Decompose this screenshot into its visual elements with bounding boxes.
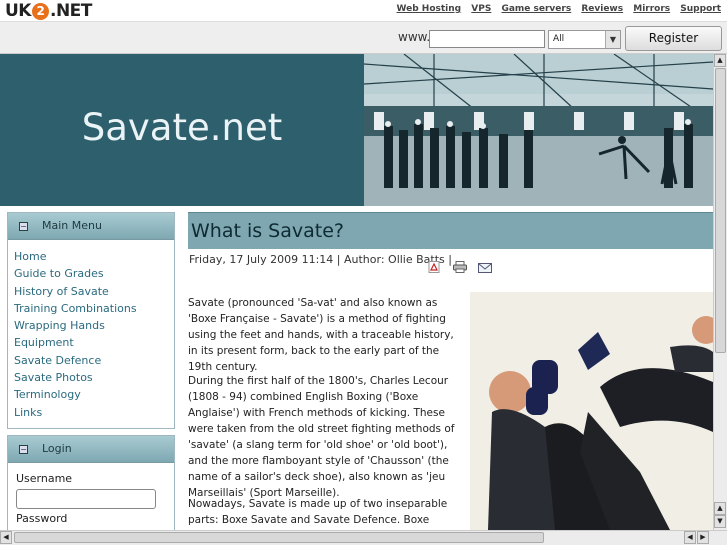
vertical-scroll-thumb[interactable] xyxy=(715,68,726,353)
scroll-up-icon[interactable]: ▲ xyxy=(714,502,726,515)
horizontal-scroll-thumb[interactable] xyxy=(14,532,544,543)
article-meta: Friday, 17 July 2009 11:14 | Author: Oll… xyxy=(189,253,452,266)
link-reviews[interactable]: Reviews xyxy=(581,4,623,14)
menu-item-equipment[interactable]: Equipment xyxy=(14,334,168,351)
article-actions xyxy=(428,253,498,273)
scroll-right-icon[interactable]: ▶ xyxy=(697,531,709,544)
www-prefix: www. xyxy=(398,30,431,44)
menu-item-savate-photos[interactable]: Savate Photos xyxy=(14,369,168,386)
collapse-icon[interactable]: − xyxy=(19,445,28,454)
uk2-links: Web Hosting VPS Game servers Reviews Mir… xyxy=(390,4,721,14)
scroll-left-icon[interactable]: ◀ xyxy=(684,531,696,544)
domain-input[interactable] xyxy=(429,30,545,48)
link-vps[interactable]: VPS xyxy=(471,4,491,14)
article-paragraph: Savate (pronounced 'Sa-vat' and also kno… xyxy=(188,297,454,373)
scroll-left-icon[interactable]: ◀ xyxy=(0,531,12,544)
scroll-down-icon[interactable]: ▼ xyxy=(714,515,726,528)
horizontal-scrollbar[interactable]: ◀ ◀ ▶ xyxy=(0,530,727,545)
link-web-hosting[interactable]: Web Hosting xyxy=(397,4,462,14)
link-game-servers[interactable]: Game servers xyxy=(501,4,571,14)
domain-search-bar: www. All ▼ Register Domain xyxy=(0,22,727,68)
menu-item-savate-defence[interactable]: Savate Defence xyxy=(14,352,168,369)
menu-item-training-combinations[interactable]: Training Combinations xyxy=(14,300,168,317)
site-title: Savate.net xyxy=(81,106,283,149)
link-mirrors[interactable]: Mirrors xyxy=(633,4,670,14)
chevron-down-icon[interactable]: ▼ xyxy=(605,31,620,48)
link-support[interactable]: Support xyxy=(680,4,721,14)
site-banner: Savate.net xyxy=(0,54,713,206)
username-input[interactable] xyxy=(16,489,156,509)
menu-item-terminology[interactable]: Terminology xyxy=(14,386,168,403)
article-title-bar: What is Savate? xyxy=(188,212,713,249)
uk2-logo[interactable]: UK 2 .NET xyxy=(5,1,92,21)
print-icon[interactable] xyxy=(453,258,468,273)
login-module: − Login Username Password xyxy=(7,435,175,530)
menu-item-links[interactable]: Links xyxy=(14,404,168,421)
vertical-scrollbar[interactable]: ▲ ▲ ▼ xyxy=(713,54,727,530)
email-icon[interactable] xyxy=(478,258,493,273)
tld-selected-value: All xyxy=(553,34,565,44)
login-header[interactable]: − Login xyxy=(8,436,174,463)
scroll-up-icon[interactable]: ▲ xyxy=(714,54,726,67)
banner-ship-photo xyxy=(364,54,713,206)
collapse-icon[interactable]: − xyxy=(19,222,28,231)
menu-item-wrapping-hands[interactable]: Wrapping Hands xyxy=(14,317,168,334)
menu-item-home[interactable]: Home xyxy=(14,248,168,265)
main-menu-header[interactable]: − Main Menu xyxy=(8,213,174,240)
article-paragraph: During the first half of the 1800's, Cha… xyxy=(188,375,455,499)
menu-item-history[interactable]: History of Savate xyxy=(14,283,168,300)
uk2-header-bar: UK 2 .NET Web Hosting VPS Game servers Rev… xyxy=(0,0,727,22)
savate-kick-photo xyxy=(470,292,713,530)
article-title[interactable]: What is Savate? xyxy=(191,220,344,242)
username-label: Username xyxy=(16,472,73,485)
menu-item-guide-to-grades[interactable]: Guide to Grades xyxy=(14,265,168,282)
main-menu-module: − Main Menu Home Guide to Grades History… xyxy=(7,212,175,429)
register-domain-button[interactable]: Register Domain xyxy=(625,26,722,68)
main-menu-list: Home Guide to Grades History of Savate T… xyxy=(8,240,174,424)
main-menu-title: Main Menu xyxy=(42,219,102,232)
password-label: Password xyxy=(16,512,68,525)
login-title: Login xyxy=(42,442,72,455)
pdf-icon[interactable] xyxy=(428,258,440,273)
tld-select[interactable]: All ▼ xyxy=(548,30,621,49)
